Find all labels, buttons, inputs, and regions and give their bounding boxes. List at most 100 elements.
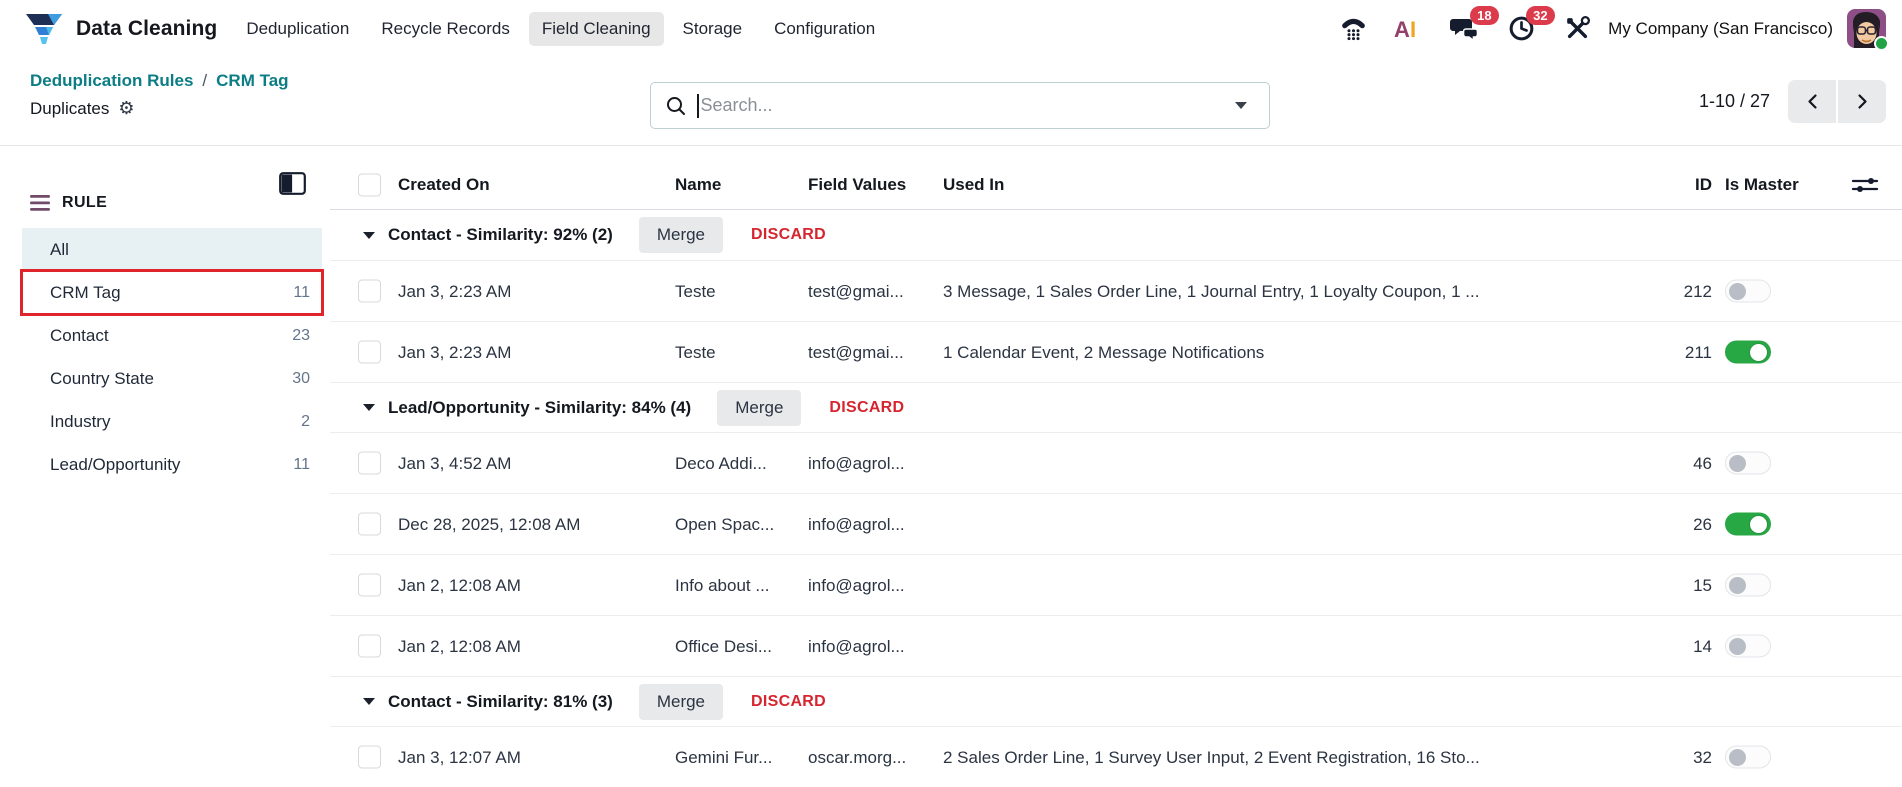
nav-item-recycle-records[interactable]: Recycle Records xyxy=(368,12,523,46)
sidebar-item-lead-opportunity[interactable]: Lead/Opportunity 11 xyxy=(22,443,322,486)
sidebar-item-contact[interactable]: Contact 23 xyxy=(22,314,322,357)
sidebar-item-label: CRM Tag xyxy=(50,282,121,302)
id-cell: 14 xyxy=(1693,637,1712,656)
pager-range: 1-10 / 27 xyxy=(1698,91,1770,111)
is-master-toggle[interactable] xyxy=(1725,340,1771,364)
table-row: Jan 3, 12:07 AM Gemini Fur... oscar.morg..… xyxy=(330,726,1902,787)
table-row: Jan 2, 12:08 AM Office Desi... info@agrol.… xyxy=(330,615,1902,676)
row-checkbox[interactable] xyxy=(358,279,381,303)
field-values-cell: info@agrol... xyxy=(808,515,905,534)
merge-button[interactable]: Merge xyxy=(717,389,802,426)
name-cell: Teste xyxy=(675,343,716,362)
voip-phone-icon[interactable] xyxy=(1338,14,1368,44)
group-label: Contact - Similarity: 92% (2) xyxy=(388,225,613,244)
messages-icon[interactable]: 18 xyxy=(1450,5,1499,44)
created-on-cell: Dec 28, 2025, 12:08 AM xyxy=(398,515,581,534)
nav-item-field-cleaning[interactable]: Field Cleaning xyxy=(528,11,664,46)
table-row: Jan 2, 12:08 AM Info about ... info@agrol.… xyxy=(330,554,1902,615)
nav-item-configuration[interactable]: Configuration xyxy=(761,12,888,46)
nav-item-storage[interactable]: Storage xyxy=(670,12,756,46)
table-header: Created On Name Field Values Used In ID … xyxy=(330,160,1902,210)
is-master-toggle[interactable] xyxy=(1725,745,1771,769)
sidebar-item-label: Contact xyxy=(50,325,109,345)
breadcrumb-link-deduplication-rules[interactable]: Deduplication Rules xyxy=(30,71,193,91)
user-avatar[interactable] xyxy=(1847,9,1889,51)
id-cell: 212 xyxy=(1683,282,1712,301)
used-in-cell: 3 Message, 1 Sales Order Line, 1 Journal… xyxy=(943,282,1480,301)
column-header-id[interactable]: ID xyxy=(1610,160,1712,210)
tools-icon[interactable] xyxy=(1562,14,1592,44)
sidebar-item-all[interactable]: All xyxy=(22,228,322,271)
name-cell: Deco Addi... xyxy=(675,454,767,473)
column-header-used-in[interactable]: Used In xyxy=(943,160,1004,210)
is-master-toggle[interactable] xyxy=(1725,512,1771,536)
select-all-checkbox[interactable] xyxy=(358,173,381,196)
column-header-name[interactable]: Name xyxy=(675,160,721,210)
group-collapse-caret-icon[interactable] xyxy=(363,231,375,239)
is-master-toggle[interactable] xyxy=(1725,634,1771,658)
id-cell: 26 xyxy=(1693,515,1712,534)
rule-list: All CRM Tag 11 Contact 23 Country State 30 Indu… xyxy=(0,228,330,486)
name-cell: Office Desi... xyxy=(675,637,772,656)
column-header-created-on[interactable]: Created On xyxy=(398,160,490,210)
breadcrumb-link-crm-tag[interactable]: CRM Tag xyxy=(216,71,288,91)
sidebar-item-industry[interactable]: Industry 2 xyxy=(22,400,322,443)
optional-columns-icon[interactable] xyxy=(1850,174,1880,196)
sidebar-item-label: Lead/Opportunity xyxy=(50,454,181,474)
data-cleaning-logo-icon xyxy=(26,13,62,44)
nav-item-deduplication[interactable]: Deduplication xyxy=(233,12,362,46)
panel-toggle-icon[interactable] xyxy=(279,172,306,200)
created-on-cell: Jan 2, 12:08 AM xyxy=(398,576,521,595)
field-values-cell: info@agrol... xyxy=(808,576,905,595)
row-checkbox[interactable] xyxy=(358,512,381,536)
field-values-cell: info@agrol... xyxy=(808,637,905,656)
name-cell: Teste xyxy=(675,282,716,301)
discard-link[interactable]: DISCARD xyxy=(751,226,826,244)
discard-link[interactable]: DISCARD xyxy=(829,399,904,417)
merge-button[interactable]: Merge xyxy=(638,683,724,720)
svg-text:A: A xyxy=(1394,17,1410,42)
search-input[interactable]: Search... xyxy=(701,95,1236,116)
pager-buttons xyxy=(1788,80,1886,123)
created-on-cell: Jan 3, 12:07 AM xyxy=(398,748,521,767)
sidebar-item-country-state[interactable]: Country State 30 xyxy=(22,357,322,400)
company-switcher[interactable]: My Company (San Francisco) xyxy=(1608,19,1833,39)
id-cell: 46 xyxy=(1693,454,1712,473)
activities-icon[interactable]: 32 xyxy=(1506,5,1555,44)
is-master-toggle[interactable] xyxy=(1725,573,1771,597)
search-dropdown-caret-icon[interactable] xyxy=(1235,102,1247,109)
merge-button[interactable]: Merge xyxy=(638,217,724,253)
row-checkbox[interactable] xyxy=(358,340,381,364)
sidebar-item-count: 23 xyxy=(292,326,310,344)
is-master-toggle[interactable] xyxy=(1725,451,1771,475)
column-header-is-master[interactable]: Is Master xyxy=(1725,160,1799,210)
online-status-dot xyxy=(1874,36,1889,51)
group-collapse-caret-icon[interactable] xyxy=(363,404,375,411)
field-values-cell: test@gmai... xyxy=(808,343,904,362)
pager-previous-button[interactable] xyxy=(1788,80,1836,123)
app-root: Data Cleaning Deduplication Recycle Recor… xyxy=(0,0,1902,787)
toggle-knob xyxy=(1729,282,1746,300)
search-bar[interactable]: Search... xyxy=(650,82,1270,129)
sidebar: RULE All CRM Tag 11 Contact 23 Country State 3… xyxy=(0,146,330,787)
text-cursor xyxy=(697,93,699,118)
group-collapse-caret-icon[interactable] xyxy=(363,698,375,705)
discard-link[interactable]: DISCARD xyxy=(751,693,826,711)
pager-next-button[interactable] xyxy=(1838,80,1886,123)
row-checkbox[interactable] xyxy=(358,451,381,475)
app-brand[interactable]: Data Cleaning xyxy=(24,12,217,46)
actions-gear-icon[interactable]: ⚙ xyxy=(118,100,134,118)
systray: A I 18 32 xyxy=(1338,5,1592,44)
row-checkbox[interactable] xyxy=(358,634,381,658)
row-checkbox[interactable] xyxy=(358,573,381,597)
row-checkbox[interactable] xyxy=(358,745,381,769)
ai-icon[interactable]: A I xyxy=(1394,14,1424,44)
toggle-knob xyxy=(1750,343,1767,361)
sidebar-item-count: 30 xyxy=(292,369,310,387)
rule-section-title: RULE xyxy=(62,194,108,211)
is-master-toggle[interactable] xyxy=(1725,279,1771,303)
svg-text:I: I xyxy=(1410,17,1416,42)
column-header-field-values[interactable]: Field Values xyxy=(808,160,906,210)
sidebar-item-crm-tag[interactable]: CRM Tag 11 xyxy=(20,269,324,316)
used-in-cell: 1 Calendar Event, 2 Message Notification… xyxy=(943,343,1265,362)
